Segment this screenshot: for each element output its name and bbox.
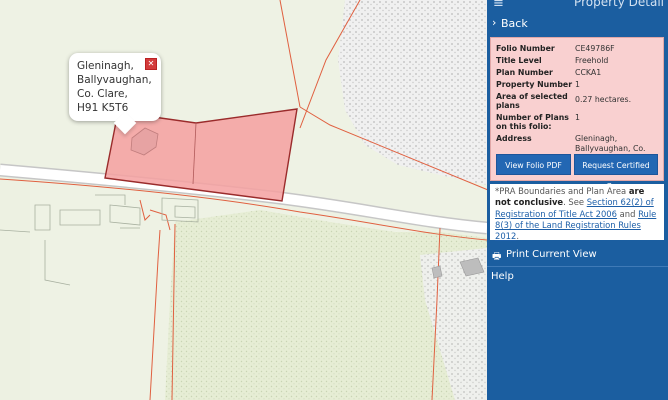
popup-address-line-3: Co. Clare,: [77, 88, 128, 100]
request-certified-copy-button[interactable]: Request Certified Copy: [574, 154, 658, 191]
detail-value: CCKA1: [575, 68, 602, 77]
help-button[interactable]: Help: [487, 267, 668, 287]
detail-value: 0.27 hectares.: [575, 95, 632, 104]
note-end: .: [516, 231, 519, 242]
note-and: and: [616, 208, 639, 219]
detail-value: 1: [575, 113, 580, 122]
detail-key: Title Level: [496, 56, 542, 65]
popup-address-line-4: H91 K5T6: [77, 102, 129, 114]
detail-key: Property Number: [496, 80, 573, 89]
folio-details-card: Folio Number CE49786F Title Level Freeho…: [490, 37, 664, 191]
address-popup: Gleninagh, Ballyvaughan, Co. Clare, H91 …: [69, 53, 161, 135]
detail-value: CE49786F: [575, 44, 615, 53]
popup-address-line-2: Ballyvaughan,: [77, 74, 152, 86]
detail-key: Folio Number: [496, 44, 555, 53]
panel-header: ≡ Property Detail: [487, 0, 668, 12]
back-button[interactable]: › Back: [487, 12, 668, 36]
note-prefix: *PRA Boundaries and Plan Area: [495, 186, 629, 196]
property-details-panel: ≡ Property Detail › Back Folio Number CE…: [487, 0, 668, 400]
disclaimer-note: *PRA Boundaries and Plan Area are not co…: [490, 184, 664, 242]
detail-key: Address: [496, 134, 532, 143]
detail-value: 1: [575, 80, 580, 89]
panel-title: Property Detail: [574, 0, 664, 9]
note-mid: . See: [563, 197, 587, 208]
chevron-right-icon: ›: [492, 16, 497, 29]
hamburger-menu-icon[interactable]: ≡: [493, 0, 504, 11]
detail-value: Freehold: [575, 56, 609, 65]
detail-key: Plan Number: [496, 68, 553, 77]
detail-key: Number of Plans on this folio:: [496, 113, 569, 131]
map-view[interactable]: Gleninagh, Ballyvaughan, Co. Clare, H91 …: [0, 0, 487, 400]
print-label: Print Current View: [506, 249, 597, 260]
back-label: Back: [501, 17, 528, 30]
close-icon[interactable]: ✕: [145, 58, 157, 70]
printer-icon: 🖶: [492, 251, 502, 262]
detail-key: Area of selected plans: [496, 92, 568, 110]
print-current-view-button[interactable]: 🖶 Print Current View: [487, 245, 668, 265]
view-folio-pdf-button[interactable]: View Folio PDF: [496, 154, 571, 175]
help-label: Help: [491, 271, 514, 282]
